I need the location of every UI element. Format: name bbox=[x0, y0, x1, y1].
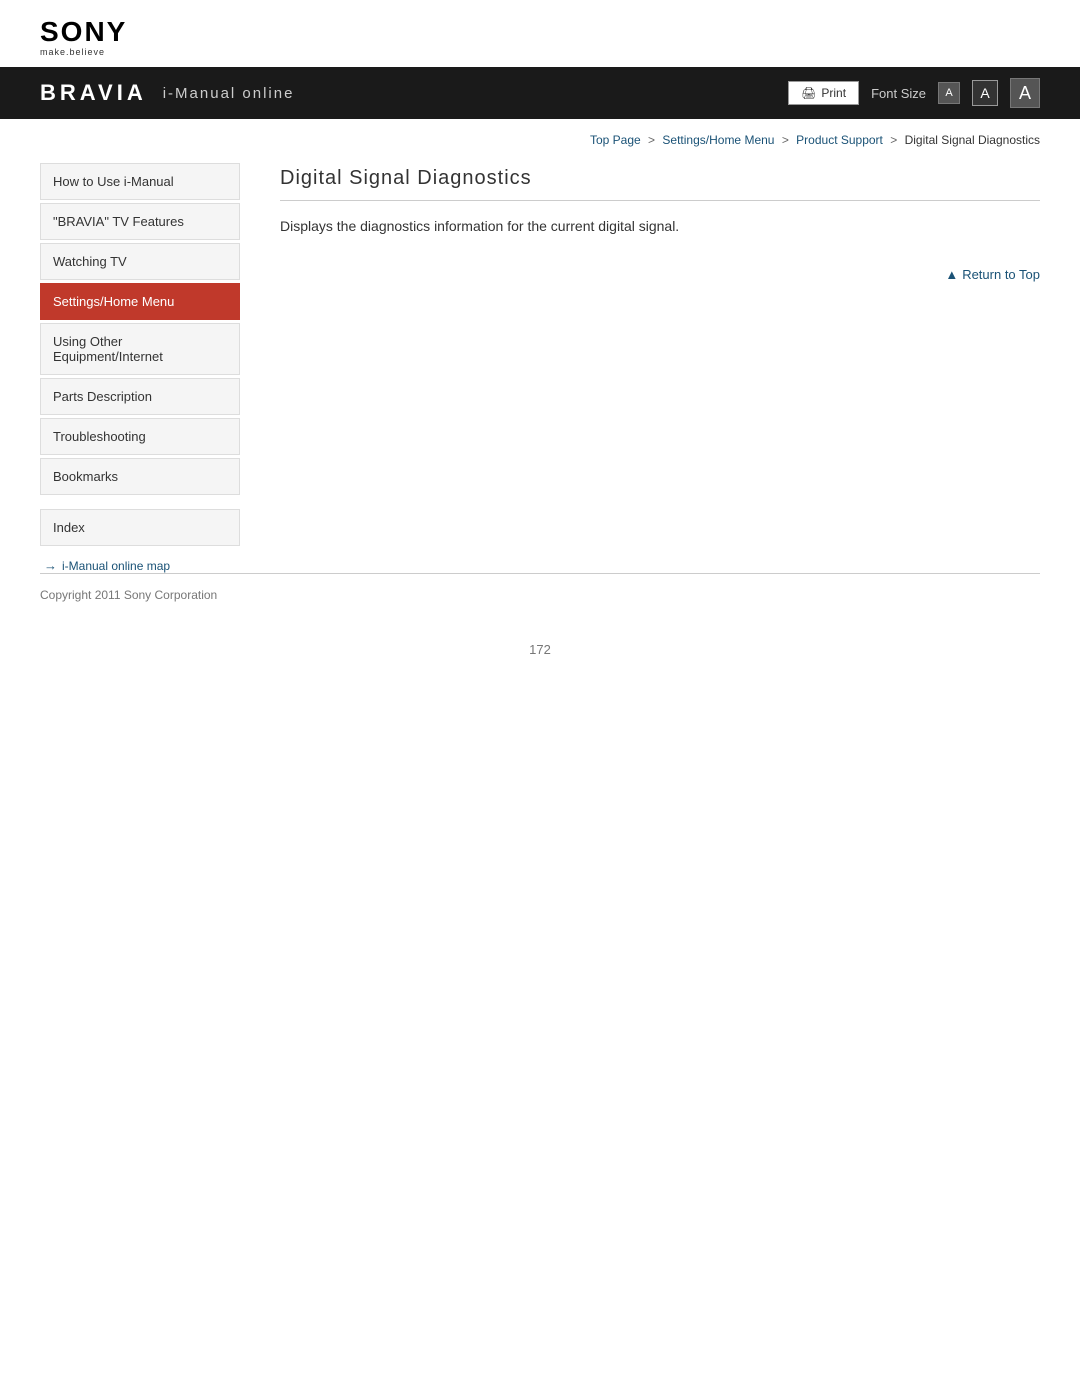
sidebar-item-troubleshooting[interactable]: Troubleshooting bbox=[40, 418, 240, 455]
sidebar-item-bravia-features[interactable]: "BRAVIA" TV Features bbox=[40, 203, 240, 240]
return-to-top-link[interactable]: ▲ Return to Top bbox=[945, 267, 1040, 282]
return-top-label: Return to Top bbox=[962, 267, 1040, 282]
sony-logo-text: SONY bbox=[40, 18, 127, 46]
page-number: 172 bbox=[0, 632, 1080, 667]
page-description: Displays the diagnostics information for… bbox=[280, 215, 1040, 237]
bravia-title-area: BRAVIA i-Manual online bbox=[40, 80, 294, 106]
breadcrumb: Top Page > Settings/Home Menu > Product … bbox=[0, 119, 1080, 153]
print-icon: 🖨 bbox=[801, 86, 816, 100]
content-area: Digital Signal Diagnostics Displays the … bbox=[260, 153, 1040, 573]
footer-area: Copyright 2011 Sony Corporation bbox=[0, 574, 1080, 632]
sony-logo: SONY make.believe bbox=[40, 18, 127, 57]
sony-tagline: make.believe bbox=[40, 47, 105, 57]
print-label: Print bbox=[821, 86, 846, 100]
sidebar-item-settings-home-menu[interactable]: Settings/Home Menu bbox=[40, 283, 240, 320]
sidebar-map-link[interactable]: → i-Manual online map bbox=[40, 558, 240, 573]
return-top-row: ▲ Return to Top bbox=[280, 237, 1040, 298]
sidebar-item-using-other-equipment[interactable]: Using Other Equipment/Internet bbox=[40, 323, 240, 375]
sidebar-map-link-label: i-Manual online map bbox=[62, 559, 170, 573]
breadcrumb-sep-2: > bbox=[782, 133, 789, 147]
top-nav-bar: BRAVIA i-Manual online 🖨 Print Font Size… bbox=[0, 67, 1080, 119]
print-button[interactable]: 🖨 Print bbox=[788, 81, 859, 105]
sidebar-item-bookmarks[interactable]: Bookmarks bbox=[40, 458, 240, 495]
font-size-medium-button[interactable]: A bbox=[972, 80, 998, 106]
sidebar-item-watching-tv[interactable]: Watching TV bbox=[40, 243, 240, 280]
sidebar-item-how-to-use[interactable]: How to Use i-Manual bbox=[40, 163, 240, 200]
content-wrapper: How to Use i-Manual "BRAVIA" TV Features… bbox=[0, 153, 1080, 573]
sidebar: How to Use i-Manual "BRAVIA" TV Features… bbox=[40, 153, 260, 573]
copyright-text: Copyright 2011 Sony Corporation bbox=[40, 588, 217, 602]
font-size-large-button[interactable]: A bbox=[1010, 78, 1040, 108]
font-size-label: Font Size bbox=[871, 86, 926, 101]
sidebar-item-parts-description[interactable]: Parts Description bbox=[40, 378, 240, 415]
page-title: Digital Signal Diagnostics bbox=[280, 153, 1040, 201]
breadcrumb-sep-1: > bbox=[648, 133, 655, 147]
sidebar-item-index[interactable]: Index bbox=[40, 509, 240, 546]
i-manual-label: i-Manual online bbox=[163, 85, 295, 102]
nav-right-controls: 🖨 Print Font Size A A A bbox=[788, 78, 1040, 108]
arrow-right-icon: → bbox=[44, 558, 57, 573]
bravia-logo-text: BRAVIA bbox=[40, 80, 147, 106]
breadcrumb-top-page[interactable]: Top Page bbox=[590, 133, 641, 147]
breadcrumb-product-support[interactable]: Product Support bbox=[796, 133, 883, 147]
font-size-small-button[interactable]: A bbox=[938, 82, 960, 104]
breadcrumb-sep-3: > bbox=[890, 133, 897, 147]
breadcrumb-settings-menu[interactable]: Settings/Home Menu bbox=[662, 133, 774, 147]
logo-area: SONY make.believe bbox=[0, 0, 1080, 67]
breadcrumb-current-page: Digital Signal Diagnostics bbox=[905, 133, 1040, 147]
return-top-arrow-icon: ▲ bbox=[945, 267, 958, 282]
